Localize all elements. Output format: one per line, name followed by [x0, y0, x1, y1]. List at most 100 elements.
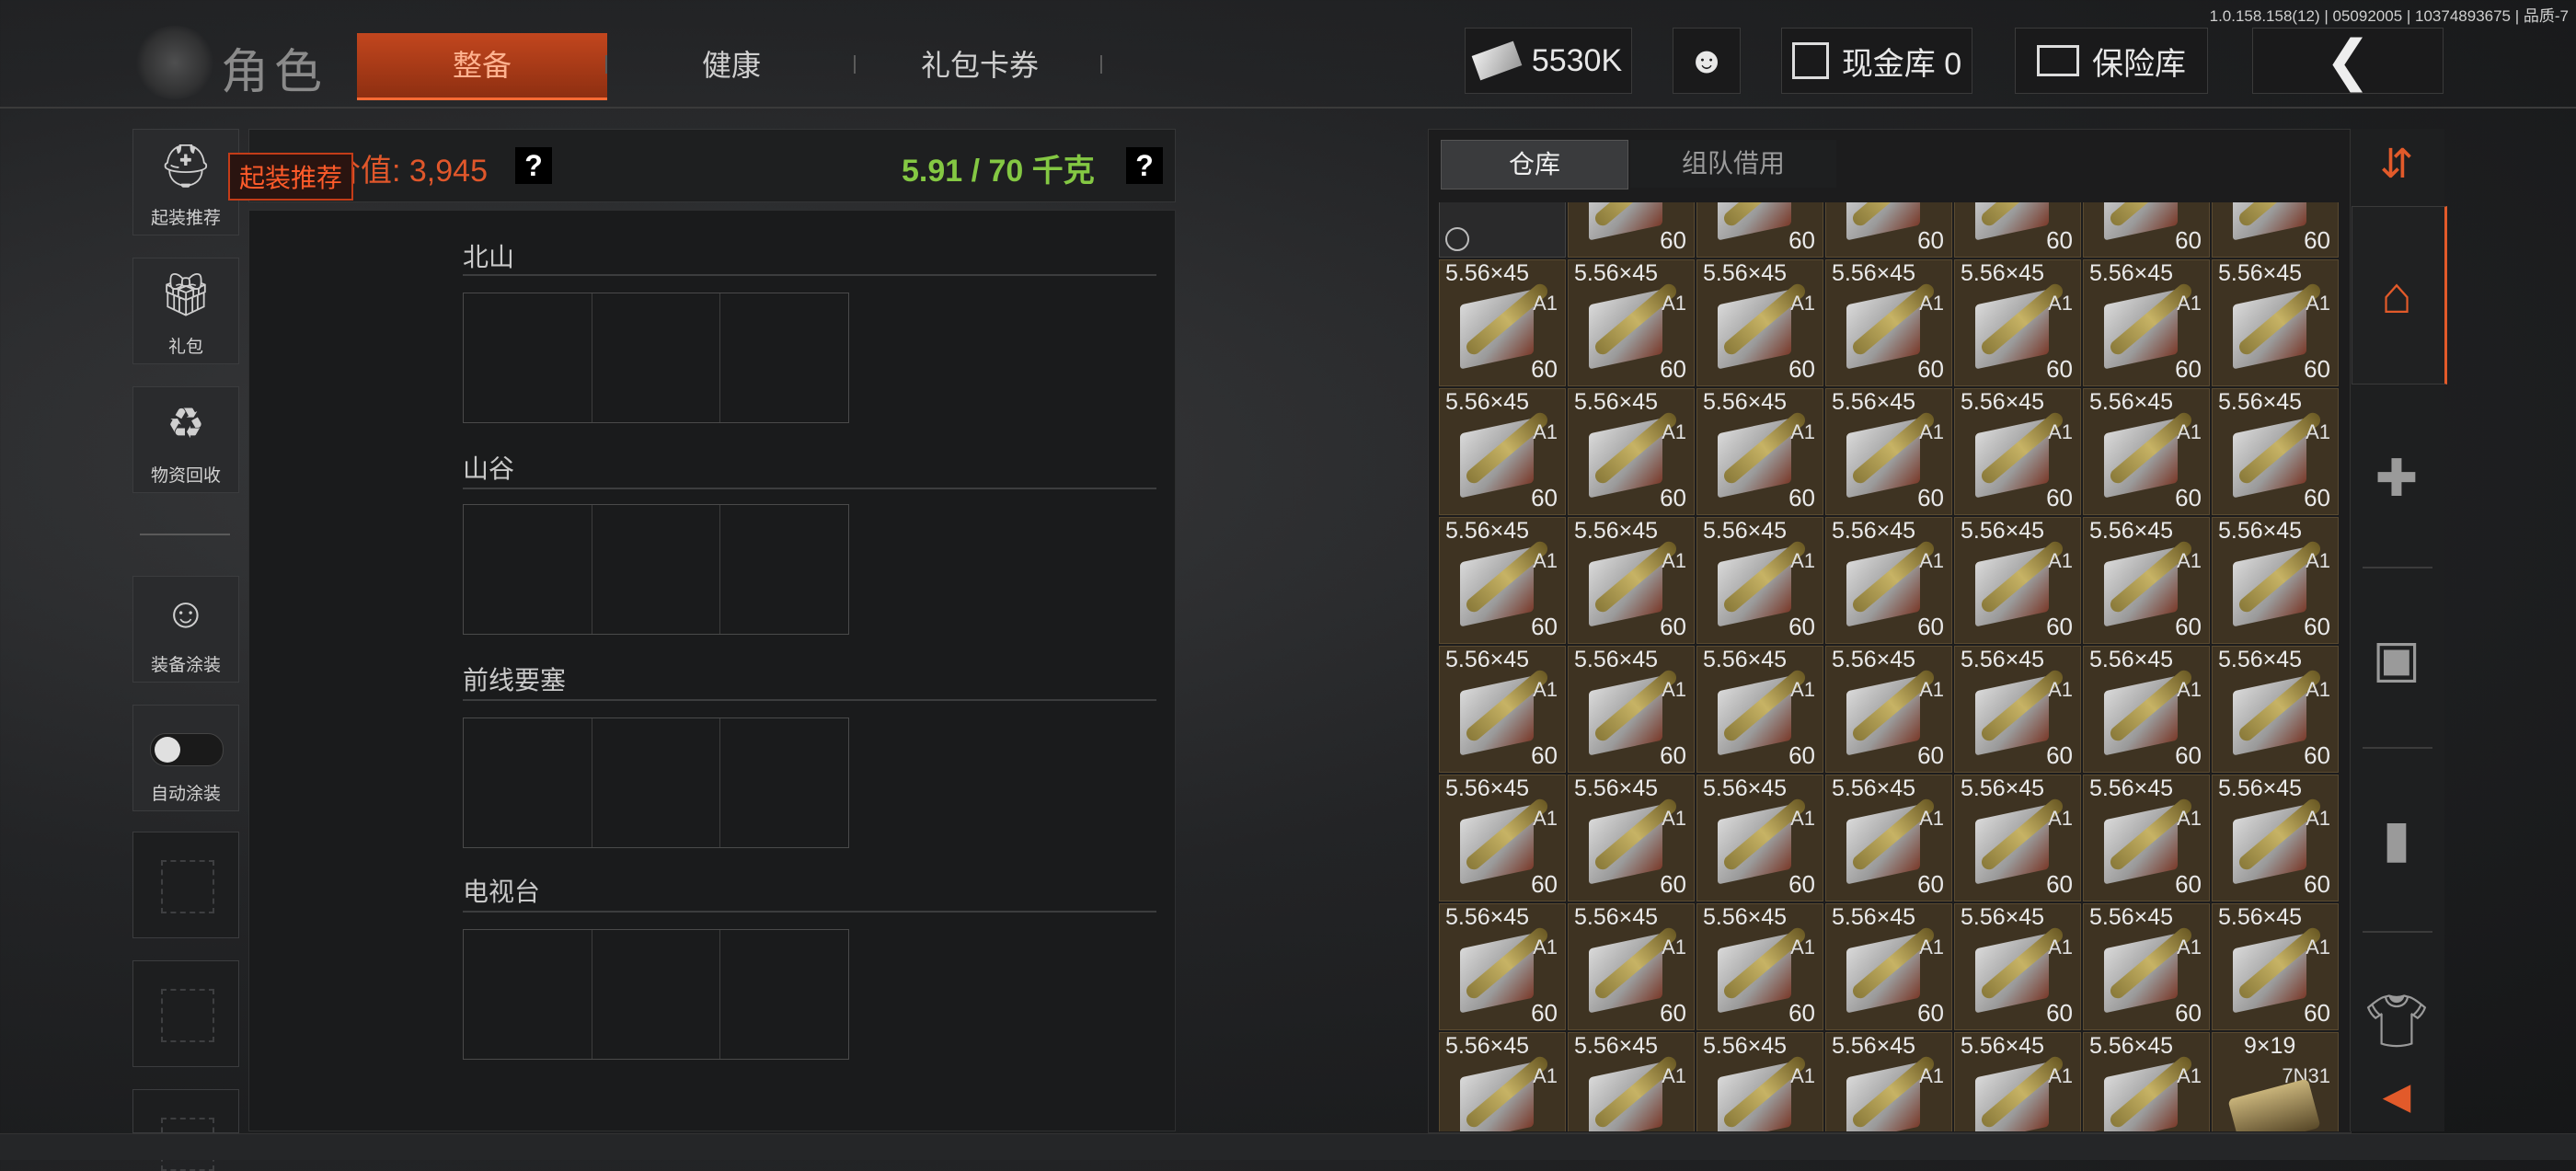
sidebar-item-loadout-recommend[interactable]: ⛑ 起装推荐 [132, 129, 239, 235]
inventory-item[interactable]: 5.56×45A1 60 [1568, 775, 1695, 901]
loadout-slot[interactable] [592, 930, 721, 1059]
inventory-item[interactable]: 5.56×45A1 60 [1568, 646, 1695, 773]
inventory-item[interactable]: 5.56×45A1 60 [1439, 903, 1566, 1030]
tab-warehouse[interactable]: 仓库 [1441, 140, 1628, 189]
inventory-item[interactable]: 5.56×45A1 60 [1439, 1032, 1566, 1131]
inventory-item[interactable]: 5.56×45A1 60 [2083, 1032, 2210, 1131]
loadout-slot[interactable] [720, 505, 848, 634]
inventory-item[interactable]: 5.56×45A1 60 [2083, 259, 2210, 386]
collapse-arrow-icon[interactable]: ◀ [2350, 1060, 2444, 1133]
inventory-item[interactable]: 5.56×45A1 60 [1825, 388, 1952, 515]
inventory-item[interactable]: 5.56×45A1 60 [1568, 259, 1695, 386]
auto-paint-toggle[interactable] [150, 733, 224, 766]
inventory-item[interactable]: 5.56×45A1 60 [2083, 903, 2210, 1030]
inventory-item[interactable]: 5.56×45A1 60 [2083, 517, 2210, 644]
loadout-slot[interactable] [464, 505, 592, 634]
map-loadout-slots[interactable] [463, 504, 849, 635]
weight-help-button[interactable]: ? [1126, 147, 1163, 184]
map-loadout-slots[interactable] [463, 293, 849, 423]
inventory-item[interactable]: 5.56×45A1 60 [1696, 646, 1823, 773]
inventory-item[interactable]: 5.56×45A1 60 [1954, 388, 2081, 515]
inventory-item[interactable]: 60 [2083, 202, 2210, 258]
inventory-item[interactable]: 5.56×45A1 60 [1954, 646, 2081, 773]
inventory-item[interactable]: 5.56×45A1 60 [1568, 903, 1695, 1030]
inventory-item[interactable]: 5.56×45A1 60 [1439, 259, 1566, 386]
tab-team-borrow[interactable]: 组队借用 [1630, 140, 1836, 188]
loadout-slot[interactable] [464, 293, 592, 422]
inventory-item[interactable]: 60 [2212, 202, 2339, 258]
inventory-item[interactable]: 5.56×45A1 60 [1825, 775, 1952, 901]
shirt-icon[interactable]: 👕︎ [2350, 984, 2444, 1058]
inventory-item[interactable]: 5.56×45A1 60 [1954, 775, 2081, 901]
inventory-item[interactable]: 5.56×45A1 60 [1568, 517, 1695, 644]
inventory-item[interactable]: 5.56×45A1 60 [1696, 388, 1823, 515]
inventory-item[interactable]: 5.56×45A1 60 [1954, 903, 2081, 1030]
item-count: 60 [2304, 484, 2330, 511]
loadout-slot[interactable] [720, 930, 848, 1059]
inventory-item[interactable]: 60 [1568, 202, 1695, 258]
inventory-item[interactable]: 60 [1825, 202, 1952, 258]
inventory-item[interactable]: 5.56×45A1 60 [1954, 259, 2081, 386]
sidebar-item-auto-paint[interactable]: 自动涂装 [132, 705, 239, 811]
warehouse-grid[interactable]: 60 60 60 60 60 60 5.56×45 A1 60 5.56×45 A1 60 5.56×4… [1439, 202, 2340, 1131]
safe-button[interactable]: 保险库 [2015, 28, 2208, 94]
item-name: 5.56×45 [2089, 647, 2174, 672]
inventory-item[interactable]: 5.56×45A1 60 [2212, 388, 2339, 515]
inventory-item[interactable]: 5.56×45A1 60 [1439, 517, 1566, 644]
sort-icon[interactable]: ⇵ [2350, 138, 2444, 189]
cash-vault-button[interactable]: 现金库 0 [1781, 28, 1972, 94]
inventory-item[interactable]: 60 [1954, 202, 2081, 258]
loadout-slot[interactable] [592, 293, 721, 422]
loadout-slot[interactable] [592, 505, 721, 634]
inventory-item[interactable]: 5.56×45A1 60 [2212, 775, 2339, 901]
inventory-item[interactable]: 5.56×45A1 60 [1439, 646, 1566, 773]
inventory-item[interactable]: 5.56×45A1 60 [1568, 1032, 1695, 1131]
tab-gift-coupons[interactable]: 礼包卡券 [874, 33, 1086, 98]
sidebar-item-gift[interactable]: 🎁︎ 礼包 [132, 258, 239, 364]
bottom-bar [0, 1133, 2576, 1160]
inventory-item[interactable]: 5.56×45A1 60 [2212, 903, 2339, 1030]
map-loadout-slots[interactable] [463, 929, 849, 1060]
inventory-item[interactable]: 5.56×45A1 60 [1954, 517, 2081, 644]
inventory-item[interactable] [1439, 202, 1566, 258]
inventory-item[interactable]: 5.56×45A1 60 [1696, 259, 1823, 386]
box-icon[interactable]: ▣ [2350, 622, 2444, 695]
sidebar-item-recycle[interactable]: ♻ 物资回收 [132, 386, 239, 493]
magazine-icon[interactable]: ▮ [2350, 802, 2444, 876]
tab-health[interactable]: 健康 [626, 33, 837, 98]
medkit-icon[interactable]: ✚ [2350, 442, 2444, 515]
tab-equip[interactable]: 整备 [357, 33, 607, 100]
sidebar-item-equip-paint[interactable]: ☺ 装备涂装 [132, 576, 239, 683]
inventory-item[interactable]: 5.56×45A1 60 [1954, 1032, 2081, 1131]
money-display[interactable]: 5530K [1465, 28, 1632, 94]
loadout-slot[interactable] [720, 293, 848, 422]
inventory-item[interactable]: 5.56×45A1 60 [2083, 775, 2210, 901]
inventory-item[interactable]: 5.56×45A1 60 [1825, 1032, 1952, 1131]
inventory-item[interactable]: 5.56×45A1 60 [1825, 903, 1952, 1030]
inventory-item[interactable]: 5.56×45A1 60 [2083, 646, 2210, 773]
inventory-item[interactable]: 5.56×45A1 60 [1696, 775, 1823, 901]
inventory-item[interactable]: 5.56×45A1 60 [2083, 388, 2210, 515]
inventory-item[interactable]: 5.56×45A1 60 [1696, 517, 1823, 644]
back-button[interactable]: ❮ [2252, 28, 2444, 94]
loadout-slot[interactable] [464, 718, 592, 847]
loadout-slot[interactable] [464, 930, 592, 1059]
loadout-slot[interactable] [592, 718, 721, 847]
inventory-item[interactable]: 5.56×45A1 60 [1825, 646, 1952, 773]
trader-button[interactable]: ☻ [1673, 28, 1741, 94]
inventory-item[interactable]: 9×19 7N31 [2212, 1032, 2339, 1131]
value-help-button[interactable]: ? [515, 147, 552, 184]
map-loadout-slots[interactable] [463, 718, 849, 848]
inventory-item[interactable]: 5.56×45A1 60 [1696, 903, 1823, 1030]
inventory-item[interactable]: 5.56×45A1 60 [1696, 1032, 1823, 1131]
inventory-item[interactable]: 5.56×45A1 60 [1825, 259, 1952, 386]
inventory-item[interactable]: 5.56×45A1 60 [2212, 517, 2339, 644]
inventory-item[interactable]: 5.56×45A1 60 [2212, 259, 2339, 386]
inventory-item[interactable]: 5.56×45A1 60 [1825, 517, 1952, 644]
inventory-item[interactable]: 5.56×45A1 60 [1568, 388, 1695, 515]
inventory-item[interactable]: 5.56×45A1 60 [1439, 388, 1566, 515]
loadout-slot[interactable] [720, 718, 848, 847]
inventory-item[interactable]: 5.56×45A1 60 [2212, 646, 2339, 773]
inventory-item[interactable]: 60 [1696, 202, 1823, 258]
inventory-item[interactable]: 5.56×45A1 60 [1439, 775, 1566, 901]
